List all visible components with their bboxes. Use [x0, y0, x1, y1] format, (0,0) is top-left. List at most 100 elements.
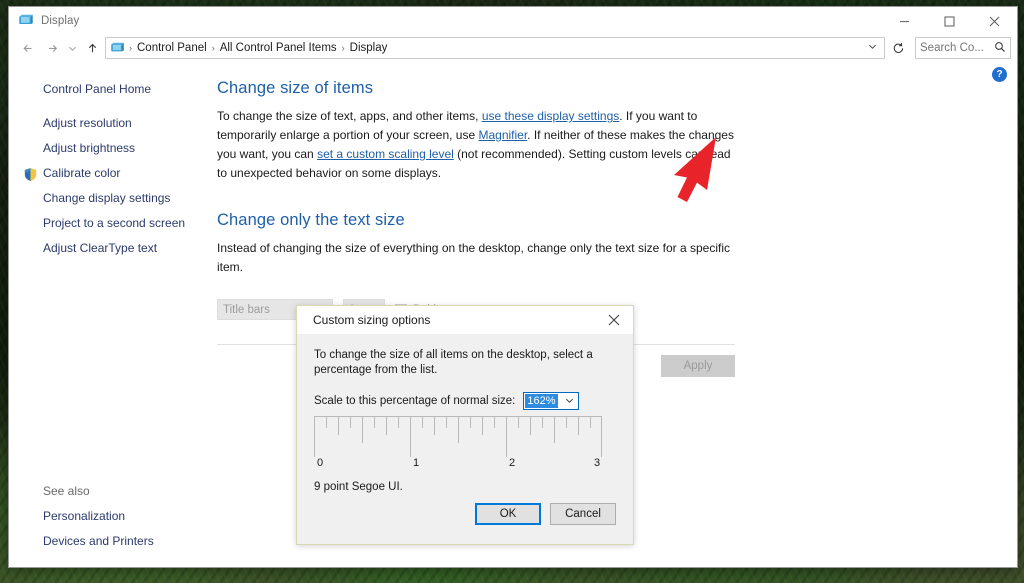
display-monitor-icon: [18, 13, 34, 29]
sidebar-item-adjust-resolution[interactable]: Adjust resolution: [9, 111, 207, 136]
page-title-change-only-the-text-size: Change only the text size: [217, 211, 405, 229]
sidebar-item-calibrate-color[interactable]: Calibrate color: [9, 161, 207, 186]
ruler-label: 2: [509, 457, 516, 469]
desc-text-a: To change the size of text, apps, and ot…: [217, 109, 482, 123]
scale-percentage-value: 162%: [525, 394, 558, 408]
breadcrumb-address-box[interactable]: › Control Panel › All Control Panel Item…: [105, 37, 885, 59]
sample-text-preview: 9 point Segoe UI.: [314, 481, 403, 493]
ruler-tick: [374, 417, 375, 428]
address-bar: › Control Panel › All Control Panel Item…: [9, 35, 1017, 61]
sidebar-item-adjust-cleartype-text[interactable]: Adjust ClearType text: [9, 236, 207, 261]
minimize-button[interactable]: [882, 7, 927, 35]
magnifier-icon: [994, 41, 1006, 56]
sidebar-item-devices-and-printers[interactable]: Devices and Printers: [9, 529, 207, 567]
display-monitor-icon: [110, 41, 125, 56]
see-also-header: See also: [43, 484, 90, 498]
apply-button-label: Apply: [683, 360, 713, 372]
sidebar-item-adjust-brightness[interactable]: Adjust brightness: [9, 136, 207, 161]
ruler-tick: [326, 417, 327, 428]
recent-locations-chevron-down-icon[interactable]: [65, 37, 79, 59]
dialog-body: To change the size of all items on the d…: [297, 334, 633, 498]
ruler-tick: [410, 417, 411, 457]
ok-button[interactable]: OK: [475, 503, 541, 525]
sidebar: Control Panel Home Adjust resolution Adj…: [9, 61, 207, 567]
sidebar-item-label: Control Panel Home: [43, 82, 152, 96]
sidebar-item-label: Adjust resolution: [43, 116, 132, 130]
ruler-tick: [398, 417, 399, 428]
link-set-a-custom-scaling-level[interactable]: set a custom scaling level: [317, 147, 454, 161]
sidebar-item-label: Change display settings: [43, 191, 171, 205]
apply-button[interactable]: Apply: [661, 355, 735, 377]
search-input[interactable]: Search Co...: [920, 42, 994, 54]
ruler-tick: [422, 417, 423, 428]
sidebar-item-label: Adjust brightness: [43, 141, 136, 155]
breadcrumb-item-all-control-panel-items[interactable]: All Control Panel Items: [216, 42, 341, 54]
refresh-icon[interactable]: [887, 37, 909, 59]
address-chevron-down-icon[interactable]: [863, 42, 882, 54]
ruler-tick: [506, 417, 507, 457]
search-box[interactable]: Search Co...: [915, 37, 1011, 59]
dialog-titlebar: Custom sizing options: [297, 306, 633, 334]
change-text-size-description: Instead of changing the size of everythi…: [217, 241, 730, 274]
help-question-icon: ?: [996, 68, 1003, 80]
ruler-tick: [338, 417, 339, 435]
link-magnifier[interactable]: Magnifier: [478, 128, 527, 142]
sidebar-item-change-display-settings[interactable]: Change display settings: [9, 186, 207, 211]
ok-button-label: OK: [499, 508, 517, 520]
ruler-label: 3: [594, 457, 601, 469]
ruler-tick: [350, 417, 351, 428]
ruler-tick: [518, 417, 519, 428]
custom-sizing-options-dialog: Custom sizing options To change the size…: [296, 305, 634, 545]
up-button[interactable]: [81, 37, 103, 59]
ruler-label: 0: [317, 457, 324, 469]
dialog-footer: OK Cancel: [297, 498, 633, 544]
ruler-tick: [446, 417, 447, 428]
back-button[interactable]: [17, 37, 39, 59]
link-use-these-display-settings[interactable]: use these display settings: [482, 109, 619, 123]
ruler-tick: [578, 417, 579, 435]
close-button[interactable]: [972, 7, 1017, 35]
change-size-description: To change the size of text, apps, and ot…: [217, 107, 741, 183]
ruler-tick: [542, 417, 543, 428]
ruler-tick: [530, 417, 531, 435]
dialog-title: Custom sizing options: [313, 312, 431, 327]
ruler-tick: [314, 417, 315, 457]
window-title: Display: [41, 15, 80, 27]
cancel-button[interactable]: Cancel: [550, 503, 616, 525]
sidebar-item-project-to-a-second-screen[interactable]: Project to a second screen: [9, 211, 207, 236]
scale-label: Scale to this percentage of normal size:: [314, 395, 516, 407]
page-title-change-size-of-items: Change size of items: [217, 79, 374, 97]
uac-shield-icon: [23, 167, 38, 182]
breadcrumb: › Control Panel › All Control Panel Item…: [128, 42, 863, 54]
breadcrumb-item-control-panel[interactable]: Control Panel: [133, 42, 211, 54]
ruler-tick: [554, 417, 555, 443]
breadcrumb-item-display[interactable]: Display: [346, 42, 392, 54]
dialog-close-button[interactable]: [595, 306, 633, 334]
scale-percentage-dropdown[interactable]: 162%: [523, 392, 580, 410]
sidebar-item-label: Personalization: [43, 509, 126, 523]
window-titlebar: Display: [9, 7, 1017, 35]
sidebar-item-control-panel-home[interactable]: Control Panel Home: [9, 77, 207, 102]
help-button[interactable]: ?: [992, 67, 1007, 82]
ruler-tick: [566, 417, 567, 428]
sidebar-item-personalization[interactable]: Personalization: [9, 504, 207, 529]
sidebar-item-label: Project to a second screen: [43, 216, 186, 230]
item-dropdown-value: Title bars: [223, 303, 270, 316]
ruler-tick: [470, 417, 471, 428]
ruler-labels: 0 1 2 3: [314, 457, 602, 473]
ruler-label: 1: [413, 457, 420, 469]
chevron-down-icon: [565, 396, 576, 407]
ruler-tick: [601, 417, 602, 457]
scaling-ruler[interactable]: [314, 416, 602, 457]
display-control-panel-window: Display › Control Panel › All Control Pa…: [8, 6, 1018, 568]
sidebar-item-label: Calibrate color: [43, 166, 121, 180]
sidebar-item-label: Devices and Printers: [43, 534, 154, 548]
scale-row: Scale to this percentage of normal size:…: [314, 392, 616, 410]
forward-button[interactable]: [41, 37, 63, 59]
ruler-tick: [482, 417, 483, 435]
maximize-button[interactable]: [927, 7, 972, 35]
ruler-tick: [494, 417, 495, 428]
ruler-tick: [434, 417, 435, 435]
sidebar-item-label: Adjust ClearType text: [43, 241, 158, 255]
